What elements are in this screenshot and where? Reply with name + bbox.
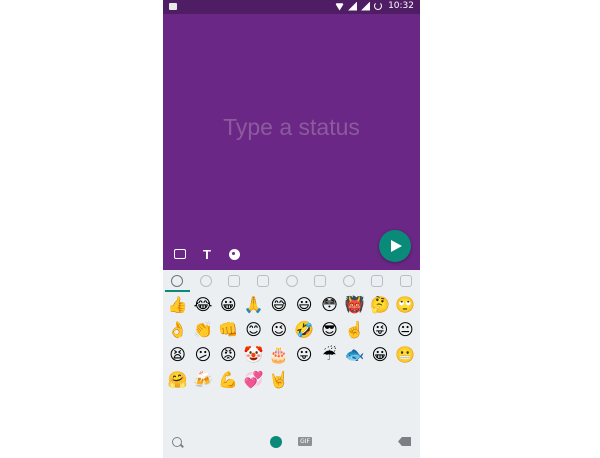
sync-icon bbox=[374, 2, 383, 10]
wifi-icon bbox=[335, 3, 345, 11]
emoji-key[interactable]: 🐟 bbox=[342, 345, 367, 365]
status-text-input[interactable]: Type a status bbox=[163, 114, 420, 141]
emoji-key[interactable]: 💪 bbox=[216, 370, 241, 390]
tab-travel[interactable] bbox=[306, 270, 335, 292]
emoji-key[interactable]: 😛 bbox=[291, 345, 316, 365]
animal-icon bbox=[228, 275, 241, 287]
emoji-key[interactable]: 😂 bbox=[190, 295, 215, 315]
tab-recent[interactable] bbox=[163, 270, 192, 292]
emoji-key[interactable]: 😃 bbox=[291, 295, 316, 315]
emoji-key[interactable]: 🤣 bbox=[291, 320, 316, 340]
emoji-row: 😫 😕 😡 🤡 🎂 😛 ☔ 🐟 😀 😬 bbox=[165, 342, 418, 367]
emoji-row: 👍 😂 😀 🙏 😅 😃 😳 👹 🤔 🙄 bbox=[165, 292, 418, 317]
clock-icon bbox=[171, 275, 184, 287]
emoji-key[interactable]: 🤡 bbox=[241, 345, 266, 365]
emoji-key[interactable]: 😅 bbox=[266, 295, 291, 315]
emoji-key[interactable]: 😊 bbox=[241, 320, 266, 340]
emoji-key[interactable]: ☝️ bbox=[342, 320, 367, 340]
emoji-key[interactable]: 😎 bbox=[317, 320, 342, 340]
signal-icon bbox=[348, 1, 358, 11]
emoji-row: 👌 👏 👊 😊 😉 🤣 😎 ☝️ 😜 😐 bbox=[165, 317, 418, 342]
emoji-key[interactable]: 😀 bbox=[216, 295, 241, 315]
emoji-keyboard-button[interactable] bbox=[173, 247, 187, 261]
emoji-key[interactable]: 👏 bbox=[190, 320, 215, 340]
tab-objects[interactable] bbox=[334, 270, 363, 292]
emoji-key[interactable]: 😕 bbox=[190, 345, 215, 365]
tab-animals[interactable] bbox=[220, 270, 249, 292]
emoji-key[interactable]: 👍 bbox=[165, 295, 190, 315]
symbols-icon bbox=[371, 275, 384, 287]
emoji-grid: 👍 😂 😀 🙏 😅 😃 😳 👹 🤔 🙄 👌 👏 👊 😊 😉 🤣 😎 ☝️ 😜 😐… bbox=[165, 292, 418, 392]
car-icon bbox=[314, 275, 327, 287]
gif-button[interactable]: GIF bbox=[298, 437, 312, 446]
backspace-icon[interactable] bbox=[398, 437, 411, 446]
emoji-key[interactable]: 😉 bbox=[266, 320, 291, 340]
emoji-key[interactable]: 😫 bbox=[165, 345, 190, 365]
emoji-key[interactable]: 🙄 bbox=[393, 295, 418, 315]
emoji-category-tabs bbox=[163, 270, 420, 292]
emoji-key[interactable]: 🍻 bbox=[190, 370, 215, 390]
search-icon[interactable] bbox=[172, 437, 182, 447]
emoji-key[interactable]: 🙏 bbox=[241, 295, 266, 315]
clock: 10:32 bbox=[388, 1, 414, 11]
tab-food[interactable] bbox=[249, 270, 278, 292]
emoji-key[interactable]: 💞 bbox=[241, 370, 266, 390]
coffee-icon bbox=[256, 275, 269, 287]
text-style-button[interactable]: T bbox=[200, 247, 214, 262]
emoji-row: 🤗 🍻 💪 💞 🤘 bbox=[165, 367, 418, 392]
composer-tools: T bbox=[173, 247, 241, 262]
emoji-key[interactable]: 🎂 bbox=[266, 345, 291, 365]
tab-activity[interactable] bbox=[277, 270, 306, 292]
emoji-key[interactable]: 🤔 bbox=[367, 295, 392, 315]
emoji-key[interactable]: 👹 bbox=[342, 295, 367, 315]
ball-icon bbox=[285, 275, 298, 287]
color-palette-button[interactable] bbox=[227, 247, 241, 261]
tab-smileys[interactable] bbox=[192, 270, 221, 292]
emoji-keyboard-icon bbox=[174, 249, 186, 259]
emoji-keyboard: 👍 😂 😀 🙏 😅 😃 😳 👹 🤔 🙄 👌 👏 👊 😊 😉 🤣 😎 ☝️ 😜 😐… bbox=[163, 270, 420, 458]
emoji-key[interactable]: 😡 bbox=[216, 345, 241, 365]
emoji-key[interactable]: 😳 bbox=[317, 295, 342, 315]
tab-flags[interactable] bbox=[392, 270, 421, 292]
send-button[interactable] bbox=[379, 230, 411, 262]
emoji-key[interactable]: 👊 bbox=[216, 320, 241, 340]
flag-icon bbox=[399, 275, 412, 287]
keyboard-bottom-bar: GIF bbox=[163, 432, 420, 458]
lightbulb-icon bbox=[342, 275, 355, 287]
signal-icon-2 bbox=[361, 1, 371, 11]
emoji-key[interactable]: ☔ bbox=[317, 345, 342, 365]
emoji-key[interactable]: 😜 bbox=[367, 320, 392, 340]
notification-icon bbox=[169, 3, 177, 10]
smiley-icon bbox=[199, 275, 212, 287]
phone-screen: 10:32 Type a status T 👍 � bbox=[163, 0, 420, 458]
emoji-key[interactable]: 😀 bbox=[367, 345, 392, 365]
emoji-key[interactable]: 🤗 bbox=[165, 370, 190, 390]
emoji-key[interactable]: 😬 bbox=[393, 345, 418, 365]
status-bar: 10:32 bbox=[163, 0, 420, 14]
send-icon bbox=[391, 240, 402, 252]
tab-symbols[interactable] bbox=[363, 270, 392, 292]
emoji-key[interactable]: 🤘 bbox=[266, 370, 291, 390]
emoji-key[interactable]: 😐 bbox=[393, 320, 418, 340]
emoji-key[interactable]: 👌 bbox=[165, 320, 190, 340]
palette-icon bbox=[228, 248, 240, 260]
emoji-switch-icon[interactable] bbox=[270, 436, 282, 448]
